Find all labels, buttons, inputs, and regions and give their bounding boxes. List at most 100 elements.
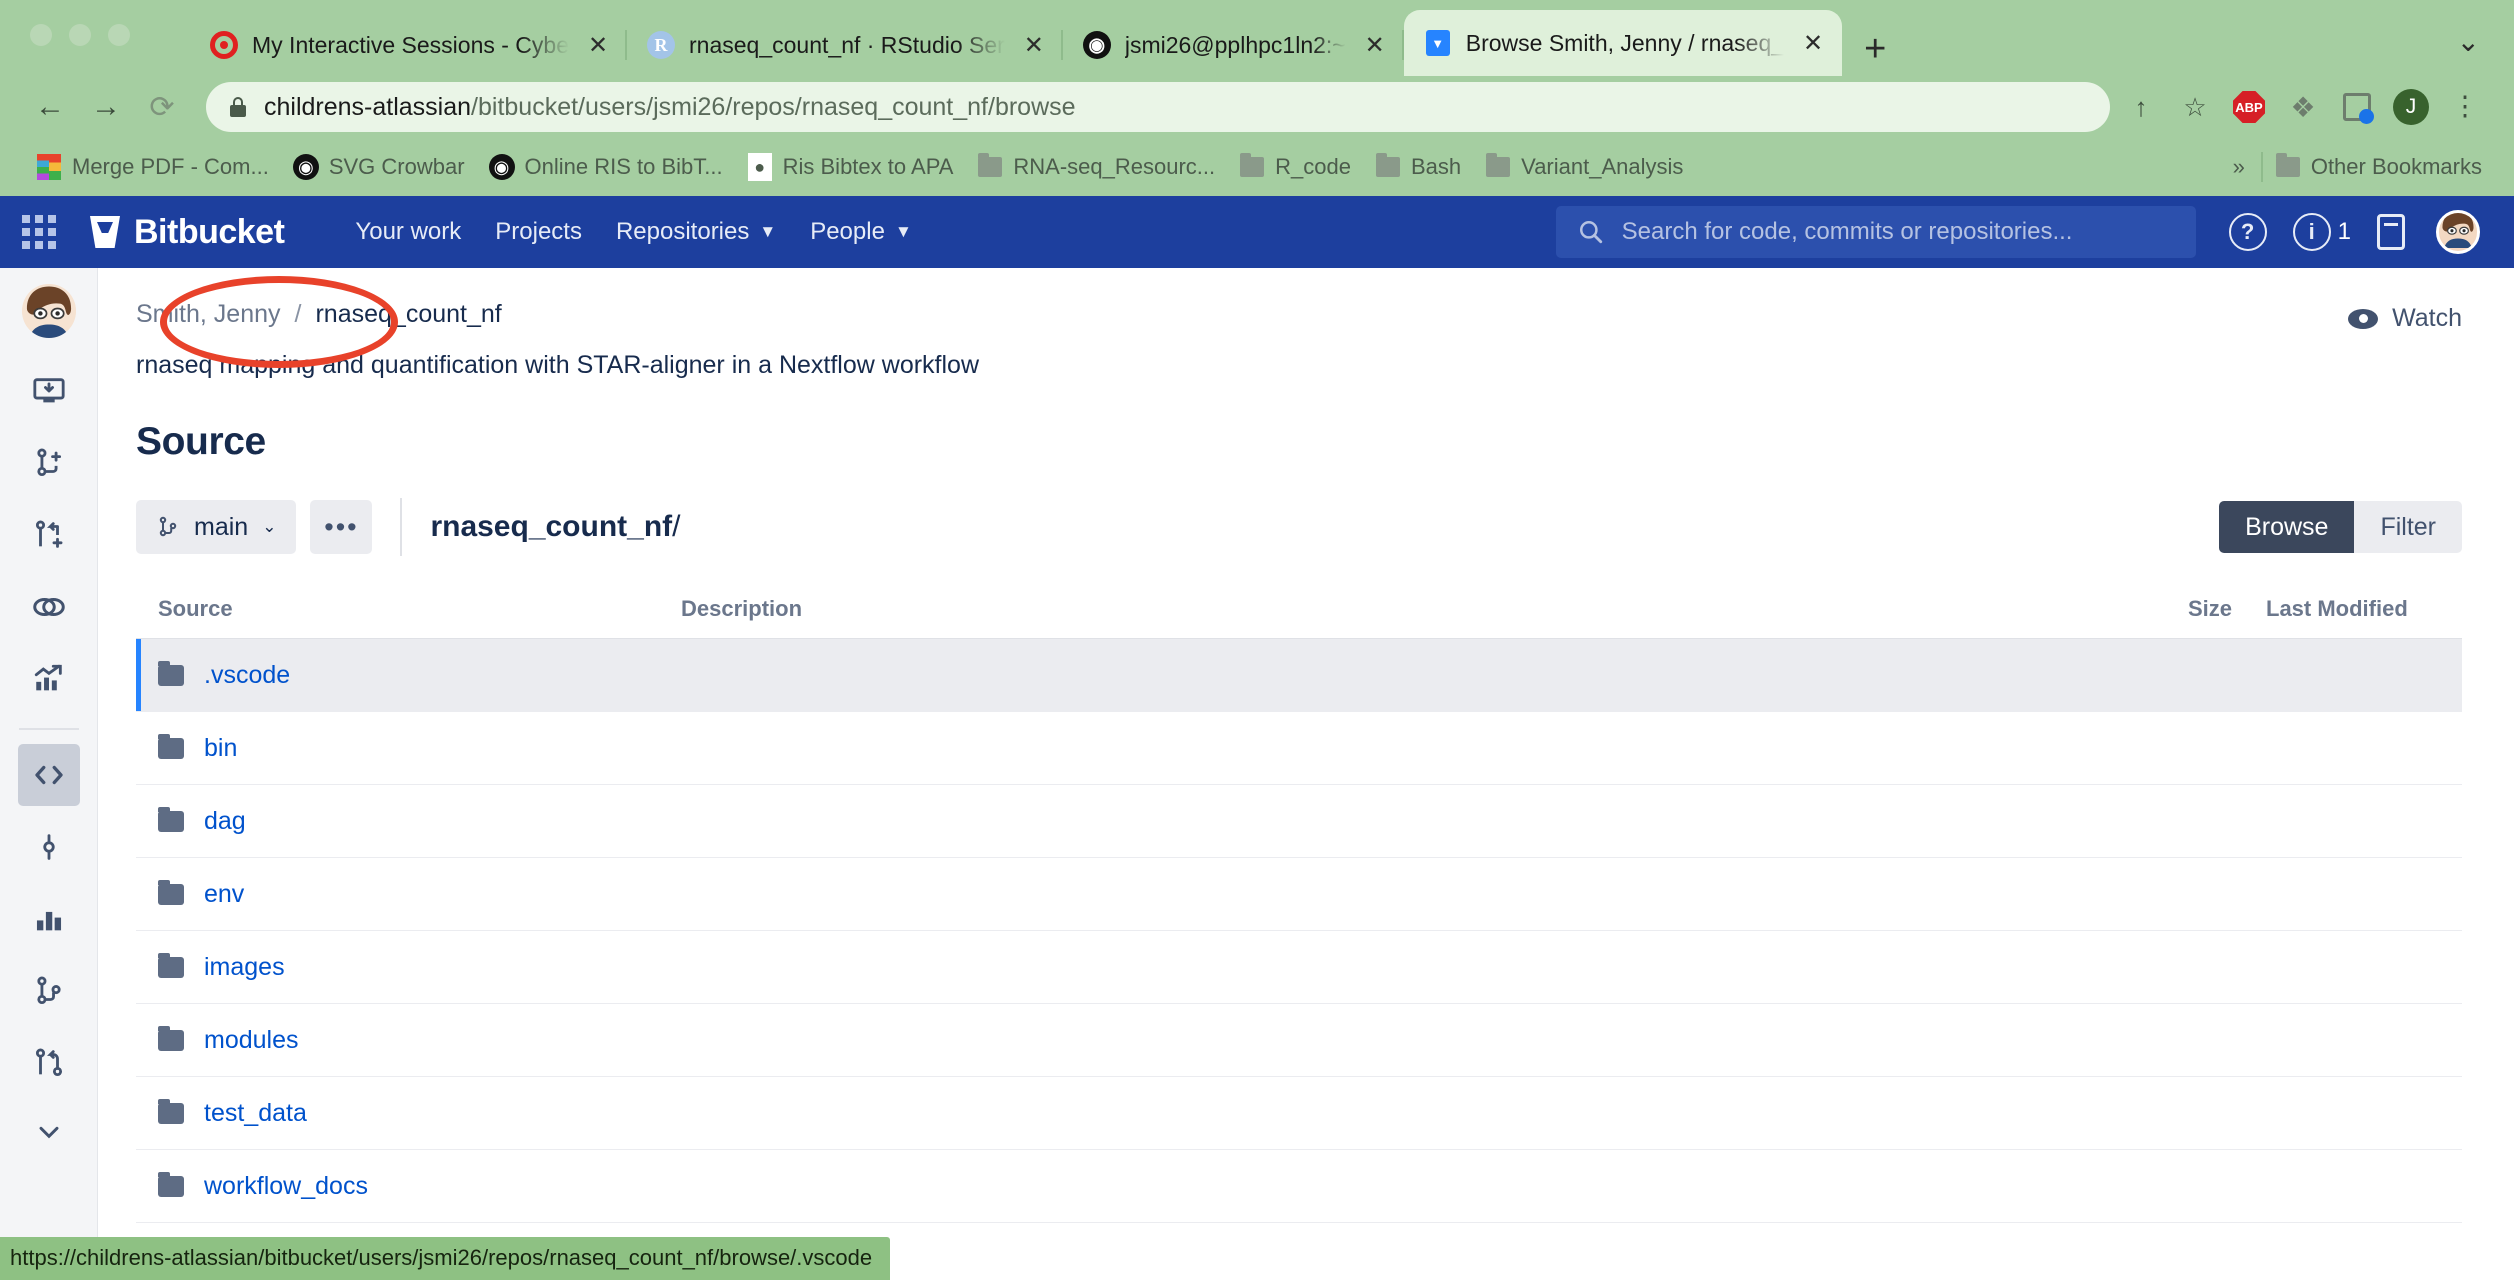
status-bar-url: https://childrens-atlassian/bitbucket/us… [0,1237,891,1280]
table-row[interactable]: modules [136,1004,2462,1077]
file-name-cell: workflow_docs [136,1171,681,1201]
reload-button[interactable]: ⟳ [134,81,190,133]
bookmark-star-icon[interactable]: ☆ [2168,81,2222,133]
close-tab-icon[interactable]: ✕ [1360,31,1390,60]
table-row[interactable]: dag [136,785,2462,858]
browser-tab-1[interactable]: My Interactive Sessions - Cybe ✕ [190,14,628,76]
minimize-window-button[interactable] [69,24,91,46]
maximize-window-button[interactable] [108,24,130,46]
sidebar-item-commits[interactable] [18,816,80,878]
bookmark-folder-r-code[interactable]: R_code [1227,148,1363,186]
bookmark-folder-rnaseq-resources[interactable]: RNA-seq_Resourc... [965,148,1227,186]
adblock-plus-icon[interactable]: ABP [2222,81,2276,133]
filter-tab[interactable]: Filter [2354,501,2462,553]
table-row[interactable]: images [136,931,2462,1004]
browser-tab-4-active[interactable]: ▼ Browse Smith, Jenny / rnaseq_ ✕ [1403,10,1843,76]
repo-path-slash: / [672,510,681,543]
mobile-app-button[interactable] [2368,214,2414,250]
address-bar[interactable]: childrens-atlassian/bitbucket/users/jsmi… [206,82,2110,132]
browser-tab-2[interactable]: R rnaseq_count_nf · RStudio Ser ✕ [627,14,1063,76]
new-tab-button[interactable]: + [1864,30,1886,68]
forward-button[interactable]: → [78,81,134,133]
tab-search-chevron-icon[interactable]: ⌄ [2457,25,2480,58]
nav-label: Your work [355,218,462,245]
file-link[interactable]: modules [204,1026,299,1055]
sidebar-item-compare[interactable] [18,576,80,638]
sidebar-item-pull-requests[interactable] [18,1032,80,1094]
sidebar-item-clone[interactable] [18,360,80,422]
close-tab-icon[interactable]: ✕ [583,31,613,60]
table-row[interactable]: test_data [136,1077,2462,1150]
bitbucket-logo[interactable]: Bitbucket [90,213,285,252]
breadcrumb-repo[interactable]: rnaseq_count_nf [315,300,501,329]
merge-pdf-icon [36,154,62,180]
lock-icon [230,97,246,117]
bookmark-label: Bash [1411,154,1462,179]
nav-label: Repositories [615,218,750,245]
close-tab-icon[interactable]: ✕ [1019,31,1049,60]
search-input[interactable]: Search for code, commits or repositories… [1555,206,2196,258]
globe-icon: ◉ [488,154,515,180]
table-row[interactable]: .vscode [136,639,2462,712]
nav-projects[interactable]: Projects [478,208,599,256]
file-link[interactable]: bin [204,734,237,763]
sidebar-item-insights[interactable] [18,648,80,710]
nav-repositories[interactable]: Repositories ▼ [599,208,793,256]
bookmark-folder-bash[interactable]: Bash [1363,148,1473,186]
nav-people[interactable]: People ▼ [793,208,929,256]
notifications-button[interactable]: i 1 [2284,213,2360,251]
browser-menu-icon[interactable]: ⋮ [2438,81,2492,133]
bookmark-folder-variant-analysis[interactable]: Variant_Analysis [1473,148,1695,186]
page-title: Source [136,420,266,463]
sidebar-item-create-branch[interactable] [18,432,80,494]
sidebar-item-source[interactable] [17,744,80,806]
tab-strip: My Interactive Sessions - Cybe ✕ R rnase… [0,0,2514,76]
bookmark-online-ris-to-bibtex[interactable]: ◉ Online RIS to BibT... [477,148,735,186]
watch-button[interactable]: Watch [2348,304,2462,333]
more-actions-button[interactable]: ••• [310,500,373,554]
help-button[interactable]: ? [2220,213,2276,251]
sidebar-item-branches[interactable] [18,960,80,1022]
close-window-button[interactable] [30,24,52,46]
nav-your-work[interactable]: Your work [338,208,478,256]
app-switcher-icon[interactable] [22,215,68,249]
bookmark-ris-bibtex-to-apa[interactable]: ● Ris Bibtex to APA [735,148,966,186]
branch-selector[interactable]: main ⌄ [136,500,297,554]
window-traffic-lights[interactable] [30,24,130,46]
bookmark-merge-pdf[interactable]: Merge PDF - Com... [24,148,281,186]
table-row[interactable]: bin [136,712,2462,785]
close-tab-icon[interactable]: ✕ [1798,29,1828,58]
sidebar-item-create-pull-request[interactable] [18,504,80,566]
bookmark-svg-crowbar[interactable]: ◉ SVG Crowbar [281,148,477,186]
bookmarks-overflow-icon[interactable]: » [2217,154,2261,180]
sidebar-avatar[interactable] [21,284,76,338]
repo-path-name[interactable]: rnaseq_count_nf [430,510,672,543]
bookmark-other-bookmarks[interactable]: Other Bookmarks [2263,148,2494,186]
branch-label: main [194,512,249,541]
profile-avatar[interactable]: J [2384,81,2438,133]
source-toolbar: main ⌄ ••• rnaseq_count_nf/ Browse Filte… [136,498,2462,556]
tablet-icon [2377,214,2405,250]
user-avatar[interactable] [2436,210,2480,254]
tabs-container: My Interactive Sessions - Cybe ✕ R rnase… [190,10,1886,76]
file-link[interactable]: workflow_docs [204,1172,368,1201]
sidebar-item-more[interactable] [18,1104,80,1166]
share-icon[interactable]: ↑ [2114,81,2168,133]
back-button[interactable]: ← [22,81,78,133]
extensions-puzzle-icon[interactable]: ❖ [2276,81,2330,133]
table-row[interactable]: workflow_docs [136,1150,2462,1223]
breadcrumb-owner[interactable]: Smith, Jenny [136,300,281,329]
insights-icon [34,664,62,691]
browse-tab[interactable]: Browse [2219,501,2355,553]
file-link[interactable]: dag [204,807,246,836]
table-row[interactable]: env [136,858,2462,931]
browser-tab-3[interactable]: ◉ jsmi26@pplhpc1ln2:~ ✕ [1063,14,1404,76]
sidebar-item-charts[interactable] [18,888,80,950]
chevron-double-down-icon [39,1126,58,1139]
file-link[interactable]: env [204,880,244,909]
side-panel-icon[interactable] [2330,81,2384,133]
file-link[interactable]: .vscode [204,661,290,690]
file-link[interactable]: images [204,953,285,982]
file-link[interactable]: test_data [204,1099,307,1128]
bookmark-label: SVG Crowbar [328,154,465,179]
